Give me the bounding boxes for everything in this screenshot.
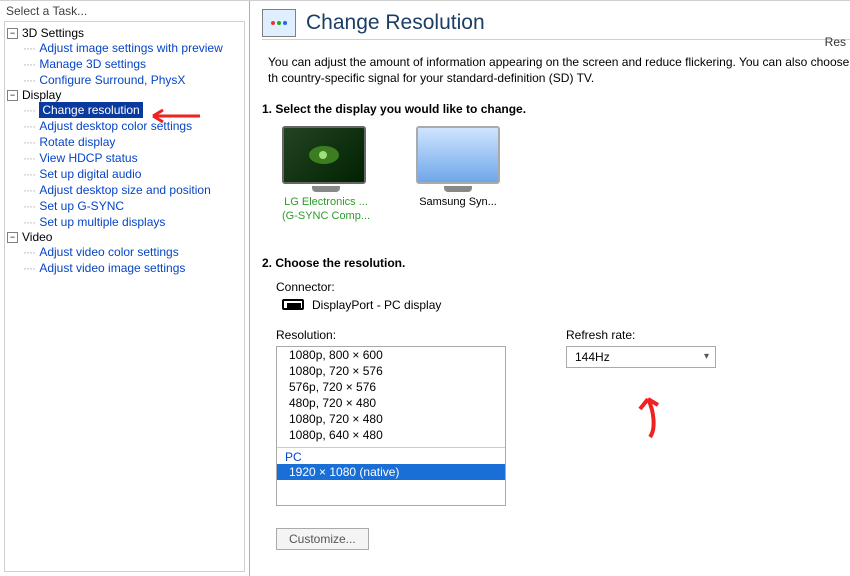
connector-row: DisplayPort - PC display [282,298,850,312]
tree-group-display[interactable]: − Display [5,88,244,102]
page-title: Change Resolution [306,11,485,35]
tree-item-digital-audio[interactable]: Set up digital audio [23,166,244,182]
resolution-option[interactable]: 1080p, 720 × 480 [277,411,505,427]
tree-item-adjust-desktop-color[interactable]: Adjust desktop color settings [23,118,244,134]
tree-item-change-resolution[interactable]: Change resolution [23,102,244,118]
tree-group-label: Display [22,88,61,102]
monitor-icon [282,126,366,184]
resolution-option[interactable]: 480p, 720 × 480 [277,395,505,411]
page-header: Change Resolution [262,5,850,40]
tree-item-desktop-size-position[interactable]: Adjust desktop size and position [23,182,244,198]
resolution-option[interactable]: 1080p, 640 × 480 [277,427,505,443]
refresh-rate-select[interactable]: 144Hz ▾ [566,346,716,368]
display-label: Samsung Syn... [416,196,500,210]
tree-item-rotate-display[interactable]: Rotate display [23,134,244,150]
resolution-option[interactable]: 1080p, 720 × 576 [277,363,505,379]
tree-group-label: 3D Settings [22,26,84,40]
resolution-list[interactable]: 1080p, 800 × 600 1080p, 720 × 576 576p, … [276,346,506,506]
monitor-stand-icon [312,186,340,192]
tree-group-3d-settings[interactable]: − 3D Settings [5,26,244,40]
sidebar: Select a Task... − 3D Settings Adjust im… [0,1,250,576]
resolution-label: Resolution: [276,328,506,342]
restore-defaults-link[interactable]: Res [825,35,846,49]
tree-item-multiple-displays[interactable]: Set up multiple displays [23,214,244,230]
tree-group-video[interactable]: − Video [5,230,244,244]
tree-item-video-color[interactable]: Adjust video color settings [23,244,244,260]
collapse-icon: − [7,232,18,243]
step2-title: 2. Choose the resolution. [262,256,850,270]
collapse-icon: − [7,28,18,39]
resolution-group-pc: PC [277,447,505,464]
display-picker: LG Electronics ... (G-SYNC Comp... Samsu… [282,126,850,224]
main-panel: Change Resolution Res You can adjust the… [250,1,850,576]
customize-button[interactable]: Customize... [276,528,369,550]
refresh-rate-value: 144Hz [575,350,610,364]
step1-title: 1. Select the display you would like to … [262,102,850,116]
sidebar-title: Select a Task... [0,1,249,21]
display-item-primary[interactable]: LG Electronics ... (G-SYNC Comp... [282,126,370,224]
resolution-option[interactable]: 576p, 720 × 576 [277,379,505,395]
collapse-icon: − [7,90,18,101]
display-item-secondary[interactable]: Samsung Syn... [416,126,500,224]
resolution-option[interactable]: 1080p, 800 × 600 [277,347,505,363]
tree-item-manage-3d[interactable]: Manage 3D settings [23,56,244,72]
connector-label: Connector: [276,280,850,294]
tree-item-view-hdcp[interactable]: View HDCP status [23,150,244,166]
page-description: You can adjust the amount of information… [262,40,850,96]
display-label: LG Electronics ... (G-SYNC Comp... [282,196,370,224]
chevron-down-icon: ▾ [704,351,709,362]
displayport-icon [282,299,304,310]
tree-item-adjust-image-preview[interactable]: Adjust image settings with preview [23,40,244,56]
resolution-option-selected[interactable]: 1920 × 1080 (native) [277,464,505,480]
task-tree: − 3D Settings Adjust image settings with… [4,21,245,572]
tree-group-label: Video [22,230,52,244]
monitor-stand-icon [444,186,472,192]
tree-item-gsync[interactable]: Set up G-SYNC [23,198,244,214]
connector-value: DisplayPort - PC display [312,298,441,312]
tree-item-video-image[interactable]: Adjust video image settings [23,260,244,276]
monitor-nvidia-icon [262,9,296,37]
monitor-icon [416,126,500,184]
tree-item-configure-surround[interactable]: Configure Surround, PhysX [23,72,244,88]
refresh-rate-label: Refresh rate: [566,328,716,342]
app-root: Select a Task... − 3D Settings Adjust im… [0,0,850,576]
